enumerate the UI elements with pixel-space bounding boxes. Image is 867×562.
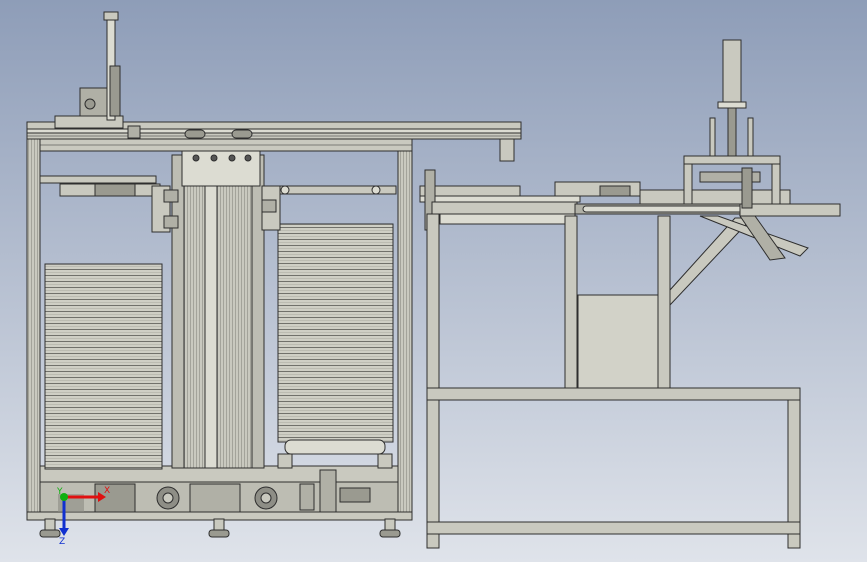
- triad-x-label: X: [104, 486, 110, 496]
- frame-right-post: [397, 150, 413, 520]
- press-plate: [683, 155, 781, 165]
- triad-z-label: Z: [59, 537, 65, 547]
- machine-drawing: X Y Z: [0, 0, 867, 562]
- left-gripper-arm: [39, 175, 157, 184]
- right-frame-bottom-beam: [426, 521, 801, 535]
- right-tray-stack: [277, 223, 394, 443]
- press-cylinder: [722, 39, 742, 105]
- right-frame-left-leg: [426, 213, 440, 549]
- frame-left-post: [26, 138, 41, 520]
- central-lift-column: [171, 154, 265, 469]
- left-tray-stack: [44, 263, 163, 470]
- right-panel-box: [577, 294, 659, 389]
- right-frame-mid-beam: [426, 387, 801, 401]
- cad-viewport[interactable]: X Y Z: [0, 0, 867, 562]
- triad-y-label: Y: [56, 487, 63, 497]
